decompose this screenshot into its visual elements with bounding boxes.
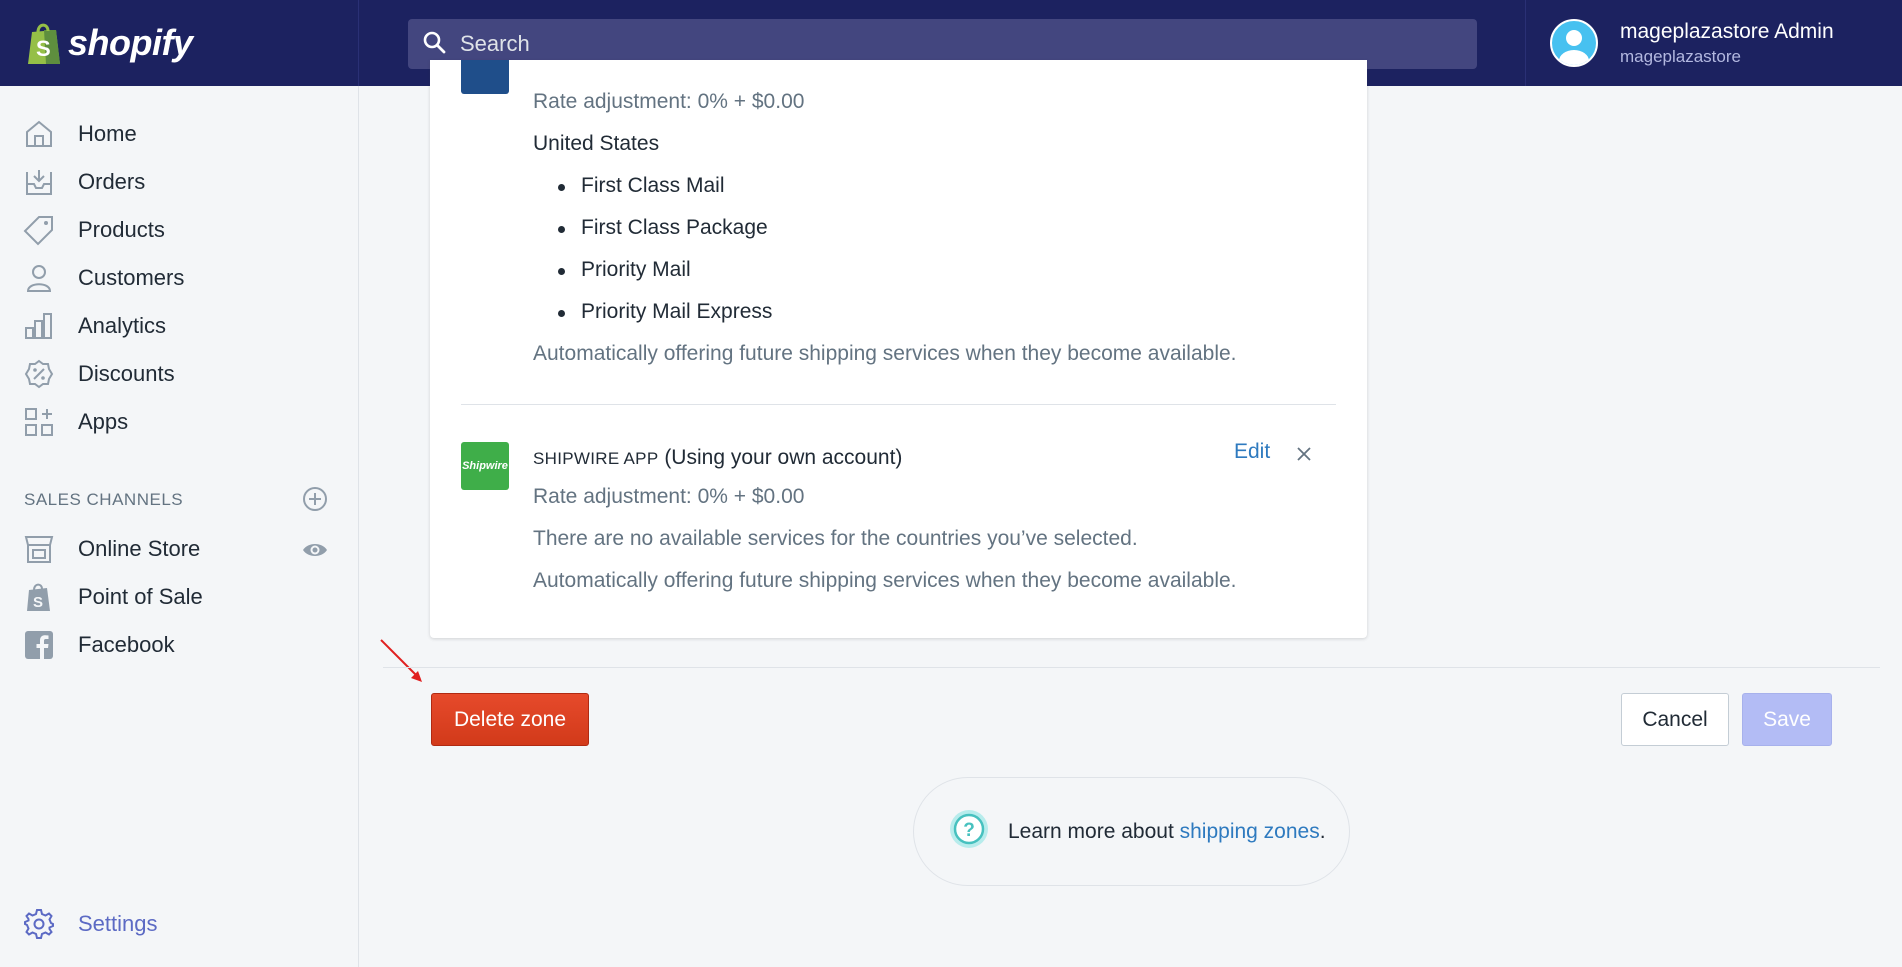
shopify-bag-icon: S xyxy=(24,20,64,66)
red-arrow-annotation xyxy=(378,638,428,693)
sidebar-item-label: Point of Sale xyxy=(78,584,203,609)
usps-rate-adjustment: Rate adjustment: 0% + $0.00 xyxy=(533,90,805,113)
sidebar-item-point-of-sale[interactable]: S Point of Sale xyxy=(22,577,203,617)
svg-text:S: S xyxy=(36,36,51,61)
edit-carrier-link[interactable]: Edit xyxy=(1234,440,1270,464)
sidebar-item-discounts[interactable]: Discounts xyxy=(22,354,175,394)
apps-icon xyxy=(22,405,56,439)
svg-text:?: ? xyxy=(963,820,975,841)
svg-text:S: S xyxy=(33,594,43,611)
sidebar-item-label: Apps xyxy=(78,409,129,434)
orders-icon xyxy=(22,165,56,199)
sidebar-item-customers[interactable]: Customers xyxy=(22,258,184,298)
service-item: Priority Mail Express xyxy=(581,300,773,323)
pos-bag-icon: S xyxy=(22,580,56,614)
sidebar-item-label: Settings xyxy=(78,911,158,936)
shopify-logo[interactable]: S shopify xyxy=(0,0,359,86)
help-footer: ? Learn more about shipping zones. xyxy=(913,777,1350,886)
shipwire-no-services: There are no available services for the … xyxy=(533,527,1138,550)
sidebar-item-online-store[interactable]: Online Store xyxy=(22,529,200,569)
sidebar-item-label: Discounts xyxy=(78,361,175,386)
sidebar: Home Orders Products Customers Analytics… xyxy=(0,86,359,967)
sidebar-item-label: Customers xyxy=(78,265,185,290)
cancel-button[interactable]: Cancel xyxy=(1621,693,1729,746)
sidebar-item-facebook[interactable]: Facebook xyxy=(22,625,175,665)
store-name: mageplazastore xyxy=(1620,46,1741,66)
sidebar-item-label: Analytics xyxy=(78,313,167,338)
help-suffix: . xyxy=(1319,819,1326,843)
remove-carrier-close-icon[interactable] xyxy=(1296,446,1312,467)
bullet xyxy=(558,184,565,191)
view-store-eye-icon[interactable] xyxy=(302,537,328,568)
sidebar-item-label: Orders xyxy=(78,169,146,194)
sales-channels-heading: SALES CHANNELS xyxy=(24,490,184,509)
shipwire-account: (Using your own account) xyxy=(664,446,903,469)
shipwire-title: SHIPWIRE APP (Using your own account) xyxy=(533,446,902,470)
delete-zone-button[interactable]: Delete zone xyxy=(431,693,589,746)
usps-logo xyxy=(461,60,509,94)
sidebar-item-analytics[interactable]: Analytics xyxy=(22,306,166,346)
section-divider xyxy=(383,667,1880,668)
help-prefix: Learn more about xyxy=(1008,819,1180,843)
person-icon xyxy=(22,261,56,295)
bullet xyxy=(558,226,565,233)
user-menu[interactable]: mageplazastore Admin mageplazastore xyxy=(1525,0,1902,86)
home-icon xyxy=(22,117,56,151)
shopify-wordmark: shopify xyxy=(68,22,193,63)
sidebar-item-label: Home xyxy=(78,121,137,146)
avatar xyxy=(1550,19,1598,67)
shipwire-logo: Shipwire xyxy=(461,442,509,490)
tag-icon xyxy=(22,213,56,247)
sidebar-item-home[interactable]: Home xyxy=(22,114,137,154)
user-name: mageplazastore Admin xyxy=(1620,19,1834,43)
sidebar-item-label: Facebook xyxy=(78,632,175,657)
sidebar-item-label: Online Store xyxy=(78,536,201,561)
service-item: First Class Package xyxy=(581,216,768,239)
add-sales-channel-icon[interactable] xyxy=(302,486,328,517)
shipwire-auto-note: Automatically offering future shipping s… xyxy=(533,569,1237,592)
shipwire-name: SHIPWIRE APP xyxy=(533,449,659,468)
bar-chart-icon xyxy=(22,309,56,343)
sidebar-item-settings[interactable]: Settings xyxy=(22,904,158,944)
usps-auto-note: Automatically offering future shipping s… xyxy=(533,342,1237,365)
discount-icon xyxy=(22,357,56,391)
service-item: Priority Mail xyxy=(581,258,691,281)
sidebar-item-label: Products xyxy=(78,217,165,242)
shipwire-rate-adjustment: Rate adjustment: 0% + $0.00 xyxy=(533,485,805,508)
carrier-divider xyxy=(461,404,1336,405)
sidebar-item-products[interactable]: Products xyxy=(22,210,165,250)
facebook-icon xyxy=(22,628,56,662)
gear-icon xyxy=(22,907,56,941)
sidebar-item-orders[interactable]: Orders xyxy=(22,162,145,202)
help-question-icon: ? xyxy=(948,808,990,855)
service-item: First Class Mail xyxy=(581,174,725,197)
bullet xyxy=(558,310,565,317)
search-placeholder: Search xyxy=(460,31,530,56)
search-icon xyxy=(422,30,446,59)
shipping-zones-link[interactable]: shipping zones xyxy=(1180,820,1320,843)
usps-country: United States xyxy=(533,132,660,155)
sidebar-item-apps[interactable]: Apps xyxy=(22,402,128,442)
bullet xyxy=(558,268,565,275)
help-text: Learn more about shipping zones. xyxy=(1008,820,1326,844)
save-button[interactable]: Save xyxy=(1742,693,1832,746)
store-icon xyxy=(22,532,56,566)
